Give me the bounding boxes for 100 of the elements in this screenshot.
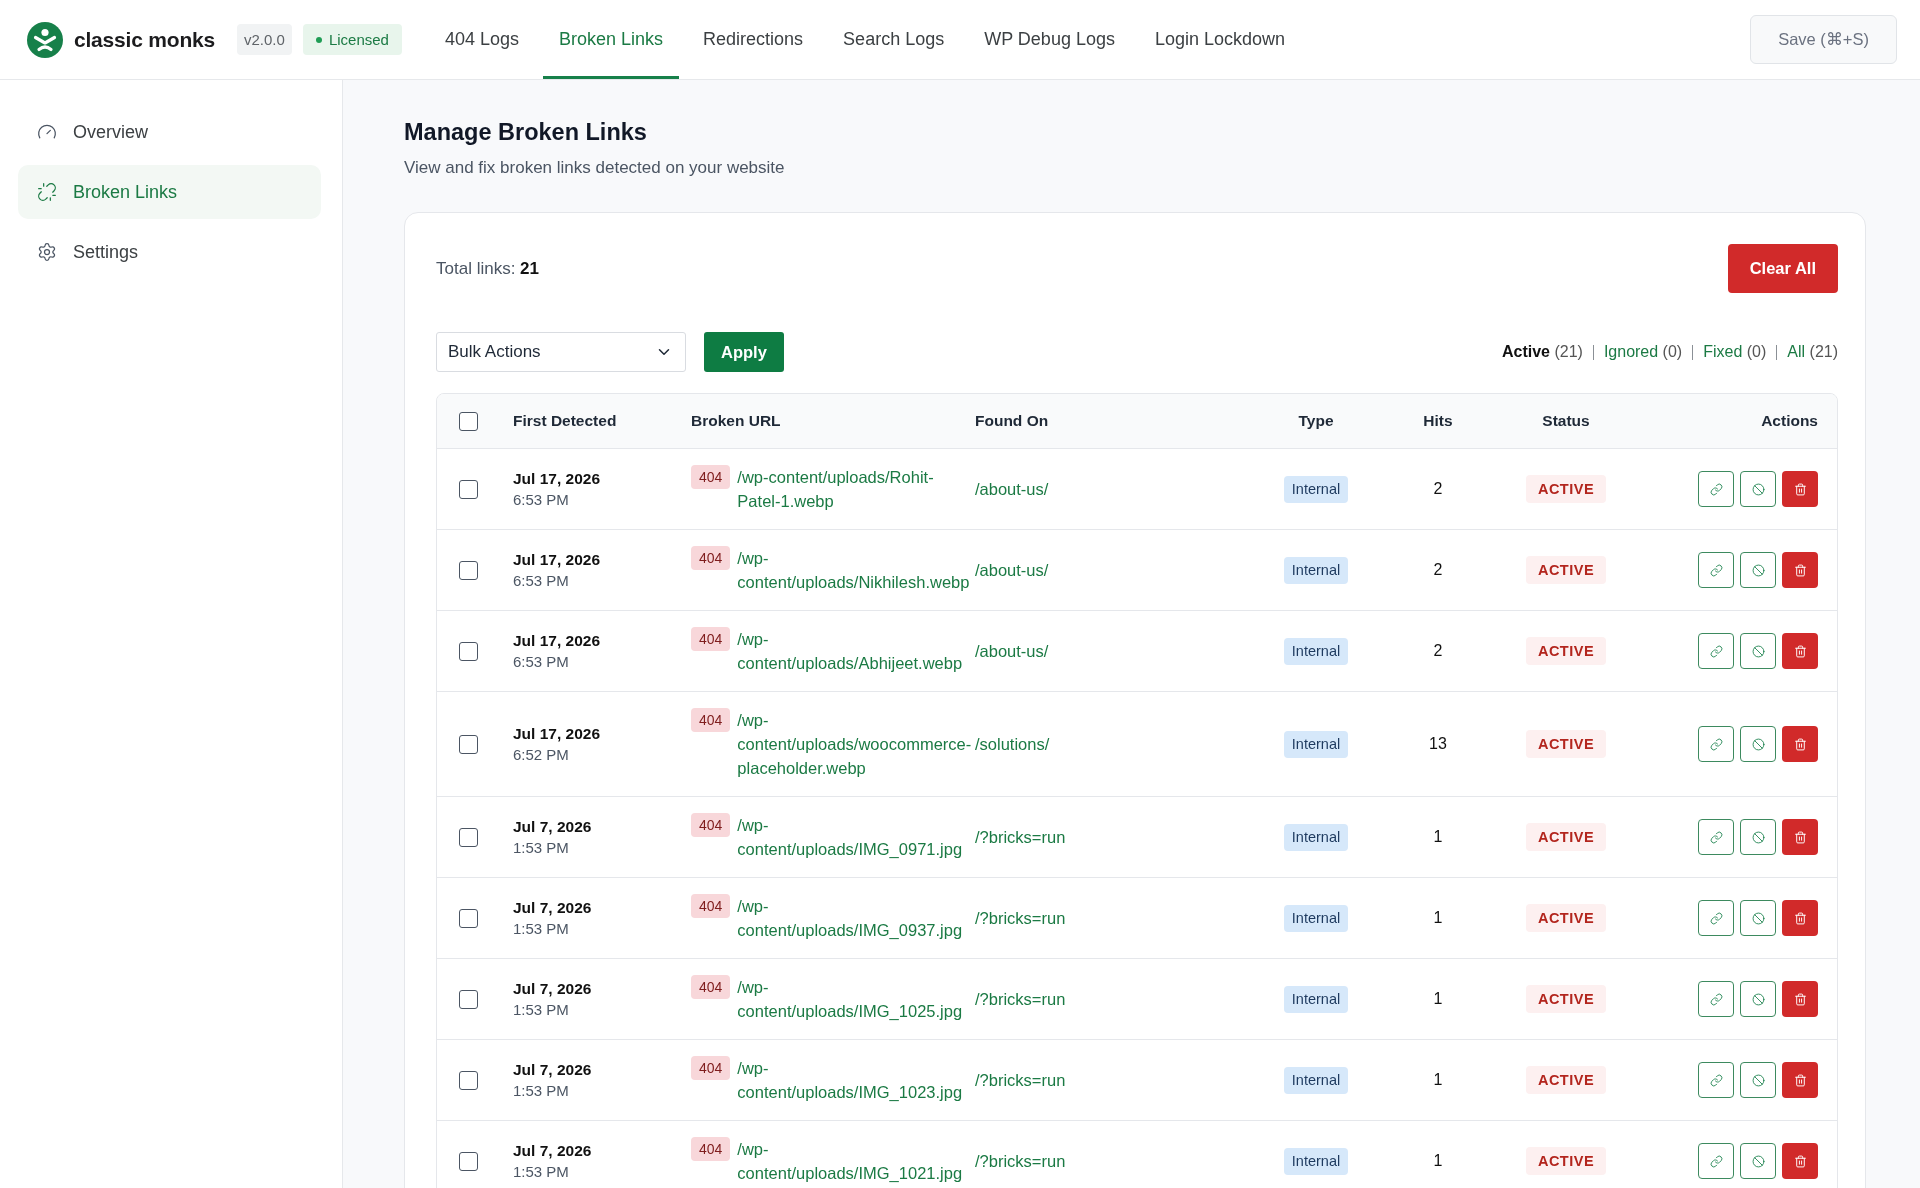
delete-button[interactable] xyxy=(1782,981,1818,1017)
time-text: 1:53 PM xyxy=(513,919,570,939)
row-checkbox[interactable] xyxy=(459,560,478,580)
sidebar-item[interactable]: Settings xyxy=(18,225,321,279)
ignore-action-button[interactable] xyxy=(1740,552,1776,588)
trash-icon xyxy=(1793,992,1807,1006)
ignore-action-button[interactable] xyxy=(1740,900,1776,936)
ban-icon xyxy=(1751,1073,1765,1087)
trash-icon xyxy=(1793,830,1807,844)
link-action-button[interactable] xyxy=(1698,819,1734,855)
status-badge: ACTIVE xyxy=(1525,904,1607,932)
nav-tab[interactable]: Search Logs xyxy=(827,0,961,79)
row-checkbox[interactable] xyxy=(459,1151,478,1171)
ban-icon xyxy=(1751,992,1765,1006)
filter-link[interactable]: All (21) xyxy=(1787,343,1838,361)
found-on-link[interactable]: /about-us/ xyxy=(975,479,1049,499)
delete-button[interactable] xyxy=(1782,471,1818,507)
link-icon xyxy=(1709,1154,1723,1168)
time-text: 1:53 PM xyxy=(513,1081,570,1101)
row-checkbox[interactable] xyxy=(459,479,478,499)
time-text: 6:53 PM xyxy=(513,490,570,510)
link-action-button[interactable] xyxy=(1698,552,1734,588)
link-action-button[interactable] xyxy=(1698,900,1734,936)
link-icon xyxy=(1709,644,1723,658)
broken-url-link[interactable]: /wp-content/uploads/Nikhilesh.webp xyxy=(737,546,974,594)
ban-icon xyxy=(1751,830,1765,844)
filter-link[interactable]: Ignored (0) xyxy=(1603,343,1683,361)
time-text: 6:53 PM xyxy=(513,571,570,591)
ignore-action-button[interactable] xyxy=(1740,1143,1776,1179)
broken-url-link[interactable]: /wp-content/uploads/woocommerce-placeholder.webp xyxy=(737,708,974,780)
ignore-action-button[interactable] xyxy=(1740,726,1776,762)
date-text: Jul 7, 2026 xyxy=(513,817,592,837)
link-action-button[interactable] xyxy=(1698,471,1734,507)
broken-url-link[interactable]: /wp-content/uploads/IMG_0971.jpg xyxy=(737,813,974,861)
link-icon xyxy=(1709,830,1723,844)
row-checkbox[interactable] xyxy=(459,908,478,928)
broken-url-link[interactable]: /wp-content/uploads/IMG_1021.jpg xyxy=(737,1137,974,1185)
filter-link[interactable]: Active (21) xyxy=(1501,343,1583,361)
delete-button[interactable] xyxy=(1782,726,1818,762)
found-on-link[interactable]: /solutions/ xyxy=(975,734,1050,754)
ignore-action-button[interactable] xyxy=(1740,981,1776,1017)
bulk-actions-select[interactable]: Bulk Actions xyxy=(436,332,686,372)
column-header: Actions xyxy=(1761,412,1818,430)
row-checkbox[interactable] xyxy=(459,641,478,661)
found-on-link[interactable]: /about-us/ xyxy=(975,560,1049,580)
broken-url-link[interactable]: /wp-content/uploads/Rohit-Patel-1.webp xyxy=(737,465,974,513)
sidebar-item[interactable]: Overview xyxy=(18,105,321,159)
broken-url-link[interactable]: /wp-content/uploads/Abhijeet.webp xyxy=(737,627,974,675)
found-on-link[interactable]: /?bricks=run xyxy=(975,1151,1066,1171)
found-on-link[interactable]: /?bricks=run xyxy=(975,989,1066,1009)
link-action-button[interactable] xyxy=(1698,726,1734,762)
broken-url-link[interactable]: /wp-content/uploads/IMG_1023.jpg xyxy=(737,1056,974,1104)
nav-tab[interactable]: Redirections xyxy=(687,0,820,79)
hits-count: 2 xyxy=(1433,480,1443,498)
row-checkbox[interactable] xyxy=(459,989,478,1009)
ignore-action-button[interactable] xyxy=(1740,471,1776,507)
link-action-button[interactable] xyxy=(1698,1143,1734,1179)
ignore-action-button[interactable] xyxy=(1740,1062,1776,1098)
type-badge: Internal xyxy=(1283,475,1349,503)
delete-button[interactable] xyxy=(1782,819,1818,855)
delete-button[interactable] xyxy=(1782,1143,1818,1179)
ignore-action-button[interactable] xyxy=(1740,633,1776,669)
time-text: 6:53 PM xyxy=(513,652,570,672)
delete-button[interactable] xyxy=(1782,552,1818,588)
trash-icon xyxy=(1793,911,1807,925)
link-icon xyxy=(1709,992,1723,1006)
ignore-action-button[interactable] xyxy=(1740,819,1776,855)
nav-tab[interactable]: WP Debug Logs xyxy=(968,0,1131,79)
select-all-checkbox[interactable] xyxy=(459,411,478,431)
link-action-button[interactable] xyxy=(1698,1062,1734,1098)
row-checkbox[interactable] xyxy=(459,827,478,847)
found-on-link[interactable]: /?bricks=run xyxy=(975,1070,1066,1090)
found-on-link[interactable]: /?bricks=run xyxy=(975,908,1066,928)
found-on-link[interactable]: /?bricks=run xyxy=(975,827,1066,847)
sidebar-item[interactable]: Broken Links xyxy=(18,165,321,219)
link-action-button[interactable] xyxy=(1698,981,1734,1017)
broken-url-link[interactable]: /wp-content/uploads/IMG_0937.jpg xyxy=(737,894,974,942)
broken-url-link[interactable]: /wp-content/uploads/IMG_1025.jpg xyxy=(737,975,974,1023)
column-header: Type xyxy=(1298,412,1334,430)
delete-button[interactable] xyxy=(1782,1062,1818,1098)
type-badge: Internal xyxy=(1283,1066,1349,1094)
trash-icon xyxy=(1793,563,1807,577)
version-badge: v2.0.0 xyxy=(237,24,292,55)
row-checkbox[interactable] xyxy=(459,1070,478,1090)
row-checkbox[interactable] xyxy=(459,734,478,754)
delete-button[interactable] xyxy=(1782,633,1818,669)
delete-button[interactable] xyxy=(1782,900,1818,936)
filter-link[interactable]: Fixed (0) xyxy=(1703,343,1767,361)
nav-tab[interactable]: Broken Links xyxy=(543,0,680,79)
found-on-link[interactable]: /about-us/ xyxy=(975,641,1049,661)
clear-all-button[interactable]: Clear All xyxy=(1727,244,1838,293)
status-badge: ACTIVE xyxy=(1525,985,1607,1013)
nav-tab[interactable]: 404 Logs xyxy=(428,0,535,79)
trash-icon xyxy=(1793,737,1807,751)
link-icon xyxy=(1709,1073,1723,1087)
date-text: Jul 7, 2026 xyxy=(513,1141,592,1161)
nav-tab[interactable]: Login Lockdown xyxy=(1138,0,1302,79)
apply-button[interactable]: Apply xyxy=(704,332,784,372)
time-text: 1:53 PM xyxy=(513,838,570,858)
link-action-button[interactable] xyxy=(1698,633,1734,669)
